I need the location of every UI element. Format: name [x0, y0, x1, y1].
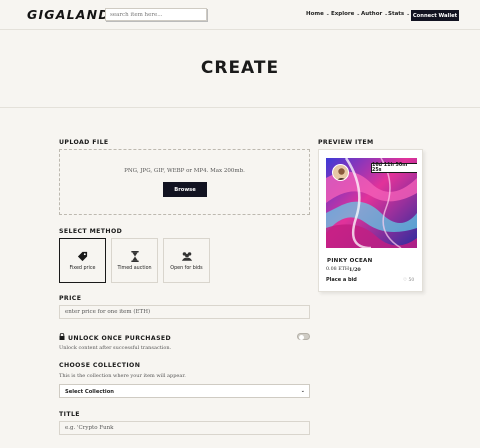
method-open-for-bids[interactable]: Open for bids — [163, 238, 210, 283]
preview-heading: Preview item — [318, 139, 374, 146]
nav-author-label: Author — [361, 11, 383, 17]
method-fixed-price[interactable]: Fixed price — [59, 238, 106, 283]
title-input[interactable]: e.g. 'Crypto Funk — [59, 421, 310, 435]
nav-stats-label: Stats — [388, 11, 405, 17]
hourglass-icon — [112, 251, 157, 262]
method-open-for-bids-label: Open for bids — [170, 266, 203, 271]
page-title: Create — [200, 58, 280, 78]
method-timed-auction[interactable]: Timed auction — [111, 238, 158, 283]
price-tag-icon — [60, 251, 105, 262]
title-heading: Title — [59, 411, 80, 418]
connect-wallet-button[interactable]: Connect Wallet — [411, 10, 459, 21]
site-header: GIGALAND Home⌄ Explore⌄ Author⌄ Stats⌄ C… — [0, 0, 480, 30]
nav-author[interactable]: Author ⌄ — [361, 11, 388, 17]
unlock-description: Unlock content after successful transact… — [59, 345, 172, 351]
nft-name: Pinky Ocean — [327, 258, 373, 264]
toggle-knob — [299, 334, 304, 340]
users-icon — [164, 251, 209, 262]
likes-count[interactable]: ♡ 50 — [403, 278, 414, 283]
nav-explore-label: Explore — [331, 11, 355, 17]
upload-heading: Upload file — [59, 139, 109, 146]
unlock-heading: Unlock once purchased — [68, 335, 172, 342]
section-divider — [0, 107, 480, 108]
chevron-down-icon: ⌄ — [325, 12, 330, 17]
method-timed-auction-label: Timed auction — [117, 266, 152, 271]
chevron-down-icon: ⌄ — [406, 12, 410, 17]
place-bid-link[interactable]: Place a bid — [326, 277, 357, 283]
collection-heading: Choose collection — [59, 362, 141, 369]
auction-countdown: 16d 11h 50m 25s — [371, 163, 417, 173]
lock-icon — [59, 332, 65, 342]
unlock-toggle[interactable] — [297, 333, 310, 340]
price-heading: Price — [59, 295, 82, 302]
method-fixed-price-label: Fixed price — [69, 266, 96, 271]
nav-explore[interactable]: Explore ⌄ — [331, 11, 360, 17]
price-input[interactable]: enter price for one item (ETH) — [59, 305, 310, 319]
chevron-down-icon: ⌄ — [300, 388, 305, 394]
collection-select[interactable]: Select Collection ⌄ — [59, 384, 310, 398]
collection-select-value: Select Collection — [65, 388, 114, 395]
nav-home-label: Home — [306, 11, 324, 17]
heart-icon: ♡ — [403, 278, 408, 283]
nft-artwork: 16d 11h 50m 25s — [326, 158, 417, 248]
nav-stats[interactable]: Stats ⌄ — [388, 11, 410, 17]
method-heading: Select method — [59, 228, 123, 235]
author-avatar[interactable] — [332, 164, 349, 181]
unlock-heading-row: Unlock once purchased — [59, 332, 172, 342]
collection-description: This is the collection where your item w… — [59, 373, 186, 379]
upload-dropzone[interactable]: PNG, JPG, GIF, WEBP or MP4. Max 200mb. B… — [59, 149, 310, 215]
nft-edition: 1/20 — [349, 267, 361, 273]
site-logo[interactable]: GIGALAND — [27, 7, 110, 22]
search-input[interactable] — [105, 8, 207, 21]
likes-value: 50 — [408, 278, 415, 283]
upload-hint: PNG, JPG, GIF, WEBP or MP4. Max 200mb. — [124, 168, 245, 174]
chevron-down-icon: ⌄ — [356, 12, 361, 17]
nft-price: 0.08 ETH — [326, 267, 350, 272]
nav-home[interactable]: Home ⌄ — [306, 11, 330, 17]
browse-button[interactable]: Browse — [163, 182, 207, 197]
